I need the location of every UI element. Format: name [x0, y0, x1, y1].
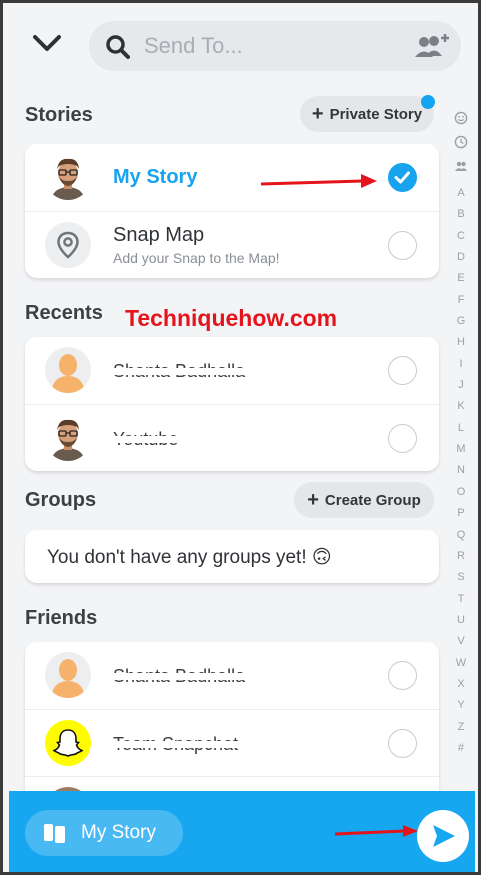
- plus-icon: +: [311, 103, 324, 125]
- send-arrow-icon: [433, 825, 455, 847]
- map-pin-icon: [45, 222, 91, 268]
- search-icon: [106, 35, 130, 59]
- add-friends-icon[interactable]: [411, 31, 451, 61]
- index-letter[interactable]: B: [456, 204, 466, 225]
- index-letter[interactable]: T: [456, 589, 466, 610]
- groups-card: You don't have any groups yet! 🙃: [25, 530, 439, 583]
- friend-name: Shanta Badhalla: [113, 666, 246, 686]
- bitmoji-avatar: [45, 415, 91, 461]
- my-story-button[interactable]: My Story: [25, 810, 183, 856]
- index-letter[interactable]: I: [456, 354, 466, 375]
- create-group-button[interactable]: + Create Group: [294, 482, 434, 518]
- index-letter[interactable]: X: [456, 674, 466, 695]
- snap-map-checkbox[interactable]: [388, 231, 417, 260]
- friend-checkbox[interactable]: [388, 729, 417, 758]
- recent-name: Youtube: [113, 429, 179, 449]
- bitmoji-avatar: [45, 154, 91, 200]
- index-letter[interactable]: S: [456, 567, 466, 588]
- notification-dot: [421, 95, 435, 109]
- send-button[interactable]: [417, 810, 469, 862]
- watermark-text: Techniquehow.com: [125, 305, 338, 331]
- index-letter[interactable]: Y: [456, 695, 466, 716]
- index-letter[interactable]: #: [456, 738, 466, 759]
- plus-icon: +: [307, 489, 319, 511]
- groups-empty-text: You don't have any groups yet! 🙃: [47, 547, 332, 568]
- alphabet-index[interactable]: A B C D E F G H I J K L M N O P Q R S T U V W X Y Z #: [449, 111, 473, 759]
- my-story-checkbox[interactable]: [388, 163, 417, 192]
- friend-name: Team Snapchat: [113, 734, 239, 754]
- index-letter[interactable]: U: [456, 610, 466, 631]
- index-letter[interactable]: Q: [456, 525, 466, 546]
- my-story-name: My Story: [113, 166, 198, 188]
- index-letter[interactable]: O: [456, 482, 466, 503]
- index-letter[interactable]: V: [456, 631, 466, 652]
- smiley-icon[interactable]: [454, 111, 468, 125]
- default-avatar: [45, 347, 91, 393]
- send-to-screen: Send To... Stories + Private Story My St…: [0, 0, 481, 875]
- search-input[interactable]: Send To...: [144, 33, 243, 59]
- index-letter[interactable]: M: [456, 439, 466, 460]
- stories-card: My Story Snap Map Add your Snap to the M…: [25, 144, 439, 278]
- index-letter[interactable]: J: [456, 375, 466, 396]
- recent-row[interactable]: Shanta Badhalla: [25, 337, 439, 404]
- index-letter[interactable]: E: [456, 268, 466, 289]
- index-letter[interactable]: D: [456, 247, 466, 268]
- annotation-arrow: [334, 825, 418, 837]
- group-icon[interactable]: [454, 159, 468, 173]
- create-group-label: Create Group: [324, 491, 421, 509]
- search-bar[interactable]: Send To...: [89, 21, 461, 71]
- annotation-arrow: [260, 174, 377, 188]
- index-letter[interactable]: C: [456, 226, 466, 247]
- recent-row[interactable]: Youtube: [25, 404, 439, 471]
- index-letter[interactable]: L: [456, 418, 466, 439]
- recents-card: Shanta Badhalla Youtube: [25, 337, 439, 471]
- snap-map-subtitle: Add your Snap to the Map!: [113, 250, 280, 266]
- private-story-label: Private Story: [329, 105, 423, 123]
- default-avatar: [45, 652, 91, 698]
- bottom-bar: My Story: [9, 791, 475, 872]
- index-letter[interactable]: W: [456, 653, 466, 674]
- index-letter[interactable]: G: [456, 311, 466, 332]
- private-story-button[interactable]: + Private Story: [300, 96, 434, 132]
- friend-checkbox[interactable]: [388, 661, 417, 690]
- index-letter[interactable]: A: [456, 183, 466, 204]
- index-letter[interactable]: P: [456, 503, 466, 524]
- stories-section-title: Stories: [25, 104, 93, 126]
- snapchat-ghost-icon: [45, 720, 91, 766]
- chevron-down-icon[interactable]: [31, 31, 63, 55]
- friends-card: Shanta Badhalla Team Snapchat: [25, 642, 439, 802]
- friend-row[interactable]: Team Snapchat: [25, 709, 439, 776]
- story-row-snap-map[interactable]: Snap Map Add your Snap to the Map!: [25, 211, 439, 278]
- snap-map-name: Snap Map: [113, 224, 205, 246]
- index-letter[interactable]: H: [456, 332, 466, 353]
- index-letter[interactable]: Z: [456, 717, 466, 738]
- index-letter[interactable]: N: [456, 460, 466, 481]
- recent-checkbox[interactable]: [388, 356, 417, 385]
- story-icon: [44, 824, 65, 843]
- checkmark-icon: [394, 171, 410, 184]
- recent-name: Shanta Badhalla: [113, 361, 246, 381]
- groups-section-title: Groups: [25, 489, 97, 511]
- friend-row[interactable]: Shanta Badhalla: [25, 642, 439, 709]
- clock-icon[interactable]: [454, 135, 468, 149]
- friends-section-title: Friends: [25, 607, 98, 629]
- index-letter[interactable]: R: [456, 546, 466, 567]
- recents-section-title: Recents: [25, 302, 103, 324]
- index-letter[interactable]: K: [456, 396, 466, 417]
- my-story-button-label: My Story: [81, 822, 156, 843]
- index-letter[interactable]: F: [456, 290, 466, 311]
- recent-checkbox[interactable]: [388, 424, 417, 453]
